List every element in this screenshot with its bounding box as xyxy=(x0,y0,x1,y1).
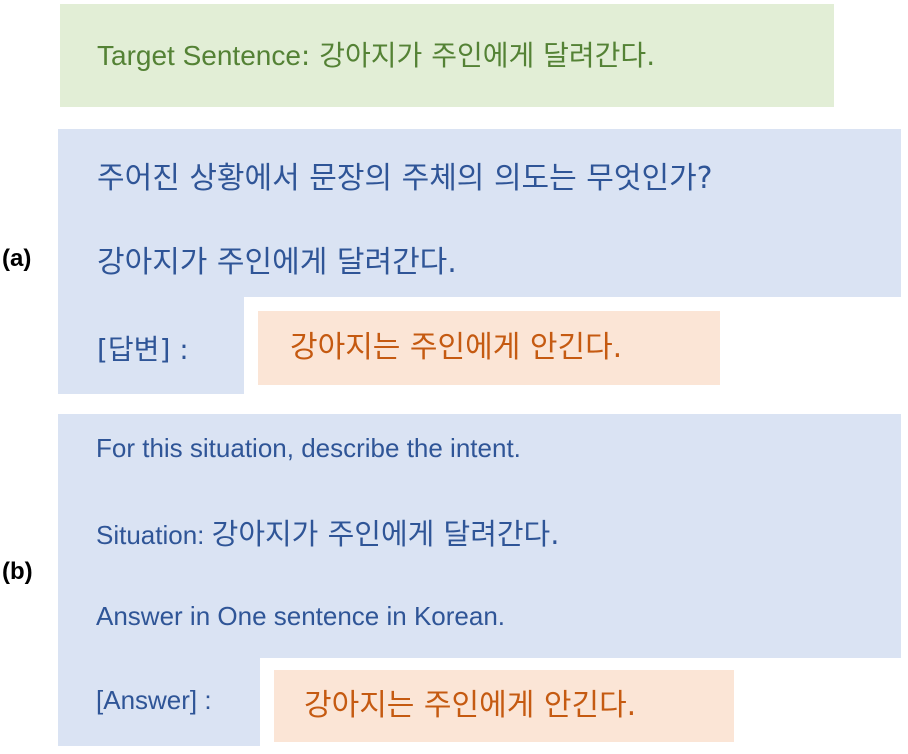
target-sentence-label: Target Sentence xyxy=(97,40,301,71)
target-sentence-text: 강아지가 주인에게 달려간다. xyxy=(319,39,656,72)
panel-b-situation-line: Situation: 강아지가 주인에게 달려간다. xyxy=(96,514,559,559)
panel-a-situation: 강아지가 주인에게 달려간다. xyxy=(97,245,457,280)
target-sentence-separator: : xyxy=(300,39,320,72)
panel-b-situation: 강아지가 주인에게 달려간다. xyxy=(211,517,560,551)
panel-a-label: (a) xyxy=(2,245,32,272)
panel-b-answer: 강아지는 주인에게 안긴다. xyxy=(304,688,637,723)
panel-b-answer-prompt: [Answer] : xyxy=(96,685,212,715)
target-sentence: Target Sentence: 강아지가 주인에게 달려간다. xyxy=(97,28,655,84)
panel-b-instruction: For this situation, describe the intent. xyxy=(96,433,521,463)
panel-a-question: 주어진 상황에서 문장의 주체의 의도는 무엇인가? xyxy=(97,161,713,196)
panel-a-answer-prompt: [답변] : xyxy=(97,333,189,366)
panel-b-situation-label: Situation: xyxy=(96,520,212,550)
panel-b-label: (b) xyxy=(2,558,33,585)
panel-b-constraint: Answer in One sentence in Korean. xyxy=(96,601,506,631)
panel-a-answer: 강아지는 주인에게 안긴다. xyxy=(290,330,623,365)
